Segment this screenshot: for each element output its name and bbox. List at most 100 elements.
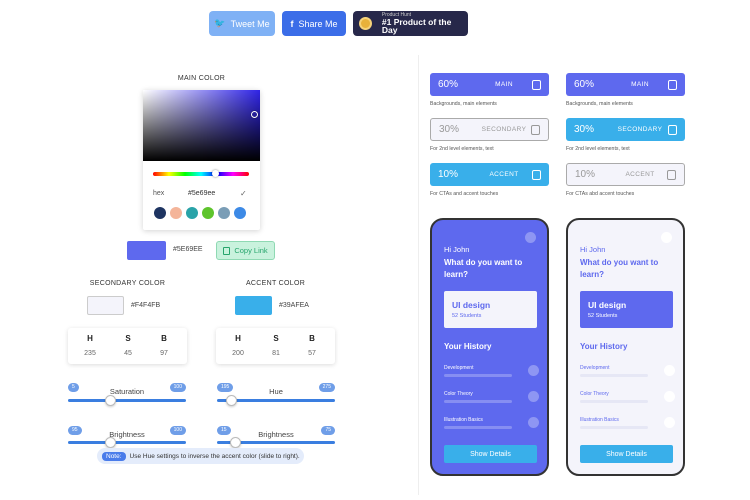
note-text: Use Hue settings to inverse the accent c… bbox=[129, 452, 300, 460]
list-item-label: Color Theory bbox=[580, 391, 609, 397]
hsb-value-h: 235 bbox=[84, 350, 96, 357]
copy-icon[interactable] bbox=[668, 79, 677, 90]
show-details-button[interactable]: Show Details bbox=[580, 445, 673, 463]
slider-max-badge: 75 bbox=[321, 426, 335, 435]
list-item[interactable]: Illustration Basics bbox=[580, 417, 675, 435]
palette-secondary-name: SECONDARY bbox=[481, 126, 527, 133]
producthunt-badge[interactable]: Product Hunt #1 Product of the Day bbox=[353, 11, 468, 36]
palette-main-desc: Backgrounds, main elements bbox=[566, 101, 633, 107]
avatar bbox=[525, 232, 536, 243]
course-title: UI design bbox=[588, 300, 627, 310]
slider-max-badge: 100 bbox=[169, 426, 186, 435]
saturation-handle[interactable] bbox=[251, 111, 258, 118]
color-picker: hex #5e69ee ✓ bbox=[143, 90, 260, 230]
slider-handle[interactable] bbox=[226, 395, 237, 406]
hsb-value-b: 57 bbox=[308, 350, 316, 357]
list-item-label: Development bbox=[444, 365, 474, 371]
palette-main-name: MAIN bbox=[631, 81, 649, 88]
list-item-label: Development bbox=[580, 365, 610, 371]
greeting: Hi John bbox=[444, 245, 470, 254]
swatch[interactable] bbox=[170, 207, 182, 219]
swatch[interactable] bbox=[234, 207, 246, 219]
copy-icon bbox=[223, 246, 231, 255]
status-dot bbox=[664, 365, 675, 376]
list-item-label: Illustration Basics bbox=[580, 417, 619, 423]
hue-handle[interactable] bbox=[212, 170, 219, 177]
slider-track[interactable] bbox=[68, 441, 186, 444]
swatch[interactable] bbox=[186, 207, 198, 219]
saturation-slider[interactable]: 5 Saturation 100 bbox=[68, 383, 186, 406]
hex-input[interactable]: #5e69ee bbox=[188, 190, 215, 197]
tweet-button-label: Tweet Me bbox=[230, 18, 270, 29]
brightness-slider-secondary[interactable]: 95 Brightness 100 bbox=[68, 426, 186, 448]
hsb-value-s: 81 bbox=[272, 350, 280, 357]
saturation-area[interactable] bbox=[143, 90, 260, 161]
list-item[interactable]: Development bbox=[444, 365, 539, 383]
palette-secondary-percent: 30% bbox=[574, 124, 595, 135]
palette-accent-desc: For CTAs abd accent touches bbox=[566, 191, 635, 197]
question: What do you want to learn? bbox=[444, 258, 523, 279]
share-button-label: Share Me bbox=[298, 18, 338, 29]
accent-color-label: ACCENT COLOR bbox=[245, 280, 306, 287]
hue-bar[interactable] bbox=[153, 172, 249, 176]
palette-accent-percent: 10% bbox=[438, 169, 459, 180]
main-color-hex: #5E69EE bbox=[173, 246, 203, 253]
swatch[interactable] bbox=[218, 207, 230, 219]
status-dot bbox=[664, 417, 675, 428]
palette-main-desc: Backgrounds, main elements bbox=[430, 101, 497, 107]
copy-icon[interactable] bbox=[531, 124, 540, 135]
course-students: 52 Students bbox=[588, 313, 618, 319]
swatch-list bbox=[154, 207, 246, 219]
list-item[interactable]: Illustration Basics bbox=[444, 417, 539, 435]
progress-bar bbox=[444, 400, 512, 403]
course-card[interactable]: UI design 52 Students bbox=[580, 291, 673, 328]
copy-icon[interactable] bbox=[667, 169, 676, 180]
list-item[interactable]: Development bbox=[580, 365, 675, 383]
progress-bar bbox=[580, 374, 648, 377]
progress-bar bbox=[580, 400, 648, 403]
slider-handle[interactable] bbox=[230, 437, 241, 448]
accent-color-hex: #39AFEA bbox=[279, 302, 309, 309]
slider-track[interactable] bbox=[68, 399, 186, 402]
swatch[interactable] bbox=[202, 207, 214, 219]
main-color-swatch[interactable] bbox=[127, 241, 166, 260]
palette-secondary-name: SECONDARY bbox=[617, 126, 663, 133]
status-dot bbox=[664, 391, 675, 402]
phone-preview-light: Hi John What do you want to learn? UI de… bbox=[566, 218, 685, 476]
accent-color-swatch[interactable] bbox=[235, 296, 272, 315]
tweet-button[interactable]: 🐦 Tweet Me bbox=[209, 11, 275, 36]
progress-bar bbox=[444, 426, 512, 429]
slider-handle[interactable] bbox=[105, 395, 116, 406]
palette-main-percent: 60% bbox=[438, 79, 459, 90]
show-details-button[interactable]: Show Details bbox=[444, 445, 537, 463]
palette-accent-bar: 10% ACCENT bbox=[566, 163, 685, 186]
hsb-value-s: 45 bbox=[124, 350, 132, 357]
facebook-icon: f bbox=[290, 18, 294, 29]
check-icon[interactable]: ✓ bbox=[240, 189, 247, 198]
share-button[interactable]: f Share Me bbox=[282, 11, 346, 36]
secondary-color-swatch[interactable] bbox=[87, 296, 124, 315]
hue-slider[interactable]: 195 Hue 275 bbox=[217, 383, 335, 406]
copy-icon[interactable] bbox=[668, 124, 677, 135]
history-heading: Your History bbox=[580, 342, 628, 351]
palette-secondary-bar: 30% SECONDARY bbox=[566, 118, 685, 141]
copy-icon[interactable] bbox=[532, 169, 541, 180]
progress-bar bbox=[444, 374, 512, 377]
copy-link-button[interactable]: Copy Link bbox=[216, 241, 275, 260]
producthunt-title: #1 Product of the Day bbox=[381, 16, 452, 35]
copy-icon[interactable] bbox=[532, 79, 541, 90]
slider-max-badge: 100 bbox=[169, 383, 186, 392]
brightness-slider-accent[interactable]: 15 Brightness 75 bbox=[217, 426, 335, 448]
slider-max-badge: 275 bbox=[318, 383, 335, 392]
palette-main-bar: 60% MAIN bbox=[566, 73, 685, 96]
hsb-key-h: H bbox=[235, 334, 241, 343]
palette-accent-name: ACCENT bbox=[489, 171, 519, 178]
hsb-value-b: 97 bbox=[160, 350, 168, 357]
question: What do you want to learn? bbox=[580, 258, 659, 279]
course-card[interactable]: UI design 52 Students bbox=[444, 291, 537, 328]
slider-handle[interactable] bbox=[105, 437, 116, 448]
note-tag: Note: bbox=[102, 451, 126, 461]
swatch[interactable] bbox=[154, 207, 166, 219]
list-item[interactable]: Color Theory bbox=[444, 391, 539, 409]
list-item[interactable]: Color Theory bbox=[580, 391, 675, 409]
